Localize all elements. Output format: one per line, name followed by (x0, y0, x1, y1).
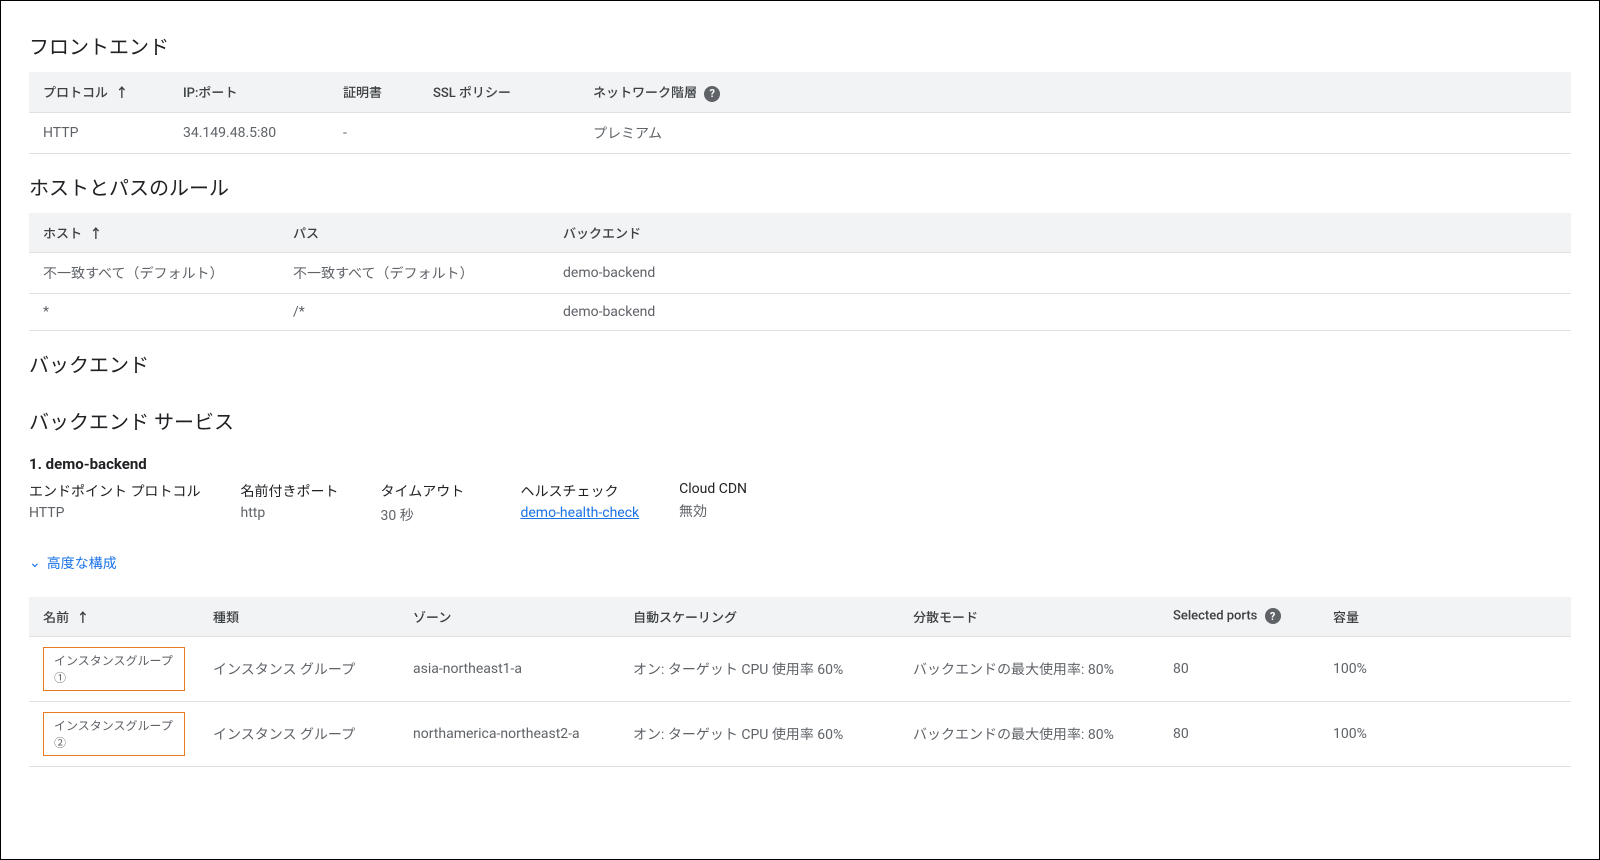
health-check-label: ヘルスチェック (520, 481, 639, 501)
cell-type: インスタンス グループ (199, 701, 399, 766)
cell-backend: demo-backend (549, 293, 1571, 330)
hp-col-host[interactable]: ホスト ↑ (29, 213, 279, 253)
cell-path: /* (279, 293, 549, 330)
help-icon[interactable]: ? (704, 86, 720, 102)
timeout-value: 30 秒 (380, 505, 480, 525)
hp-row: 不一致すべて（デフォルト） 不一致すべて（デフォルト） demo-backend (29, 252, 1571, 293)
cdn-value: 無効 (679, 501, 779, 521)
cell-certificate: - (329, 112, 419, 153)
frontend-col-network-tier[interactable]: ネットワーク階層 ? (579, 72, 1571, 112)
sort-asc-icon: ↑ (89, 227, 102, 242)
chevron-down-icon: ⌄ (29, 555, 41, 571)
cell-protocol: HTTP (29, 112, 169, 153)
sort-asc-icon: ↑ (76, 611, 89, 626)
ig-col-capacity[interactable]: 容量 (1319, 597, 1571, 637)
named-port-label: 名前付きポート (240, 481, 340, 501)
named-port-value: http (240, 505, 340, 521)
frontend-col-ip-port[interactable]: IP:ポート (169, 72, 329, 112)
frontend-table: プロトコル ↑ IP:ポート 証明書 SSL ポリシー ネットワーク階層 ? H… (29, 72, 1571, 154)
endpoint-protocol-label: エンドポイント プロトコル (29, 481, 200, 501)
cell-host: 不一致すべて（デフォルト） (29, 252, 279, 293)
cell-ssl-policy (419, 112, 579, 153)
col-label: 名前 (43, 611, 69, 626)
ig-col-zone[interactable]: ゾーン (399, 597, 619, 637)
cell-host: * (29, 293, 279, 330)
cell-capacity: 100% (1319, 701, 1571, 766)
backend-detail-row: エンドポイント プロトコル HTTP 名前付きポート http タイムアウト 3… (29, 481, 1571, 525)
cell-capacity: 100% (1319, 636, 1571, 701)
ig-col-autoscaling[interactable]: 自動スケーリング (619, 597, 899, 637)
cell-ip-port: 34.149.48.5:80 (169, 112, 329, 153)
endpoint-protocol-value: HTTP (29, 505, 200, 521)
advanced-config-label: 高度な構成 (47, 553, 117, 573)
host-path-table: ホスト ↑ パス バックエンド 不一致すべて（デフォルト） 不一致すべて（デフォ… (29, 213, 1571, 331)
cell-network-tier: プレミアム (579, 112, 1571, 153)
col-label: プロトコル (43, 86, 108, 101)
cell-autoscaling: オン: ターゲット CPU 使用率 60% (619, 636, 899, 701)
ig-col-type[interactable]: 種類 (199, 597, 399, 637)
timeout-label: タイムアウト (380, 481, 480, 501)
col-label: ホスト (43, 227, 82, 242)
ig-col-name[interactable]: 名前 ↑ (29, 597, 199, 637)
hp-row: * /* demo-backend (29, 293, 1571, 330)
health-check-link[interactable]: demo-health-check (520, 505, 639, 521)
host-path-title: ホストとパスのルール (29, 172, 1571, 201)
col-label: ネットワーク階層 (593, 86, 697, 101)
cell-balancing: バックエンドの最大使用率: 80% (899, 701, 1159, 766)
frontend-title: フロントエンド (29, 31, 1571, 60)
instance-group-link[interactable]: インスタンスグループ① (43, 647, 185, 691)
cdn-label: Cloud CDN (679, 481, 779, 497)
frontend-col-certificate[interactable]: 証明書 (329, 72, 419, 112)
cell-backend: demo-backend (549, 252, 1571, 293)
instance-group-link[interactable]: インスタンスグループ② (43, 712, 185, 756)
instance-group-row: インスタンスグループ② インスタンス グループ northamerica-nor… (29, 701, 1571, 766)
sort-asc-icon: ↑ (115, 86, 128, 101)
col-label: Selected ports (1173, 609, 1257, 624)
frontend-col-ssl-policy[interactable]: SSL ポリシー (419, 72, 579, 112)
cell-zone: asia-northeast1-a (399, 636, 619, 701)
cell-type: インスタンス グループ (199, 636, 399, 701)
cell-zone: northamerica-northeast2-a (399, 701, 619, 766)
cell-balancing: バックエンドの最大使用率: 80% (899, 636, 1159, 701)
frontend-col-protocol[interactable]: プロトコル ↑ (29, 72, 169, 112)
backend-service-name: 1. demo-backend (29, 455, 1571, 473)
hp-col-backend[interactable]: バックエンド (549, 213, 1571, 253)
ig-col-ports[interactable]: Selected ports ? (1159, 597, 1319, 637)
cell-autoscaling: オン: ターゲット CPU 使用率 60% (619, 701, 899, 766)
backend-title: バックエンド (29, 349, 1571, 378)
hp-col-path[interactable]: パス (279, 213, 549, 253)
frontend-row: HTTP 34.149.48.5:80 - プレミアム (29, 112, 1571, 153)
advanced-config-toggle[interactable]: ⌄ 高度な構成 (29, 553, 117, 573)
instance-group-row: インスタンスグループ① インスタンス グループ asia-northeast1-… (29, 636, 1571, 701)
help-icon[interactable]: ? (1265, 608, 1281, 624)
cell-path: 不一致すべて（デフォルト） (279, 252, 549, 293)
backend-service-title: バックエンド サービス (29, 406, 1571, 435)
cell-ports: 80 (1159, 636, 1319, 701)
ig-col-balancing[interactable]: 分散モード (899, 597, 1159, 637)
cell-ports: 80 (1159, 701, 1319, 766)
instance-group-table: 名前 ↑ 種類 ゾーン 自動スケーリング 分散モード Selected port… (29, 597, 1571, 767)
